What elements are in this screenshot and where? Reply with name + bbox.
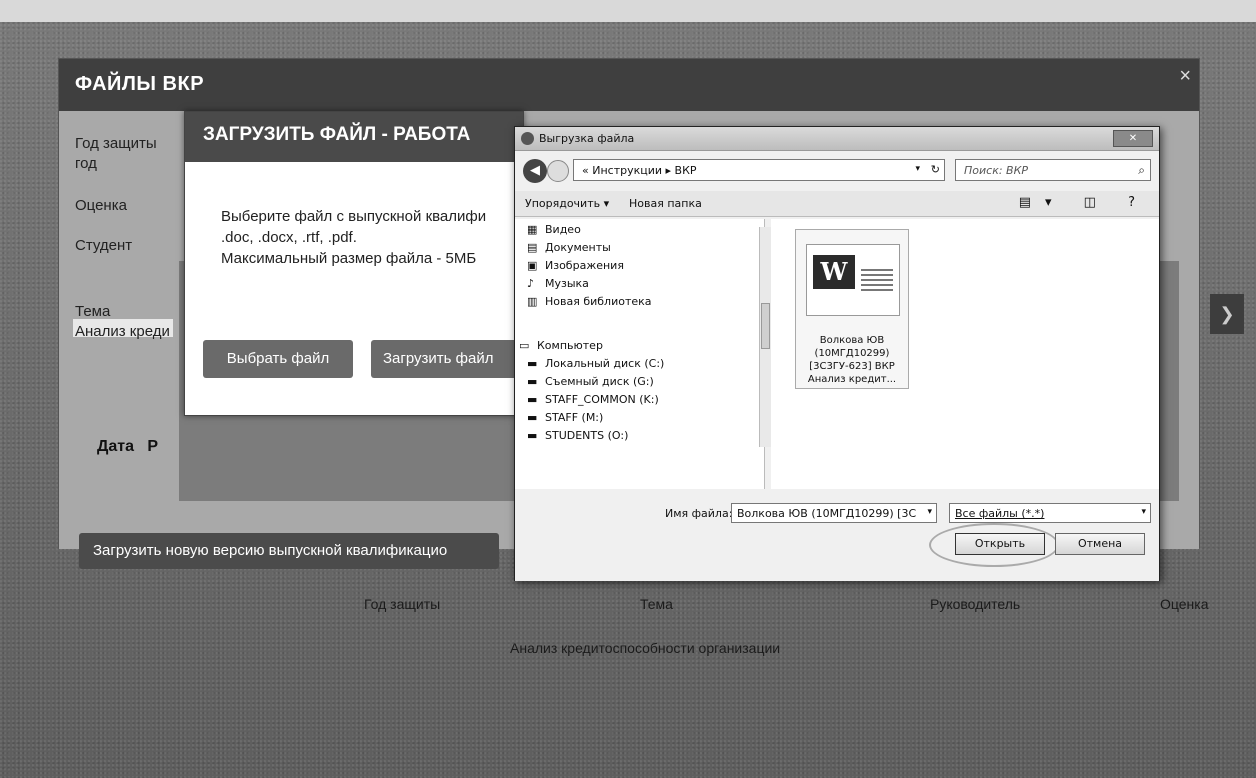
upload-file-modal: ЗАГРУЗИТЬ ФАЙЛ - РАБОТА Выберите файл с …: [184, 111, 531, 416]
search-input[interactable]: Поиск: ВКР ⌕: [955, 159, 1151, 181]
drive-icon: ▬: [527, 375, 538, 388]
choose-file-button[interactable]: Выбрать файл: [203, 340, 353, 378]
page-header: ФАЙЛЫ ВКР ×: [59, 59, 1199, 111]
dialog-toolbar: Упорядочить ▾ Новая папка ▤▾ ◫ ?: [515, 191, 1159, 217]
back-arrow-icon[interactable]: ◀: [523, 159, 547, 183]
computer-icon: ▭: [519, 339, 530, 352]
column-topic: Тема: [640, 596, 673, 612]
search-icon: ⌕: [1138, 163, 1145, 177]
instruction-line-1: Выберите файл с выпускной квалифи: [221, 208, 487, 225]
nav-item-images[interactable]: ▣ Изображения: [527, 259, 624, 272]
modal-header: ЗАГРУЗИТЬ ФАЙЛ - РАБОТА: [185, 112, 523, 162]
nav-item-new-library[interactable]: ▥ Новая библиотека: [527, 295, 652, 308]
address-bar[interactable]: « Инструкции ▸ ВКР ▾ ↻: [573, 159, 945, 181]
chevron-down-icon[interactable]: ▾: [915, 164, 920, 174]
nav-item-drive-g[interactable]: ▬ Съемный диск (G:): [527, 375, 654, 388]
navigation-row: ◀ « Инструкции ▸ ВКР ▾ ↻ Поиск: ВКР ⌕: [515, 153, 1159, 189]
close-button[interactable]: ✕: [1113, 130, 1153, 147]
view-options-icons[interactable]: ▤▾ ◫ ?: [1019, 195, 1149, 210]
forward-arrow-icon[interactable]: [547, 160, 569, 182]
drive-icon: ▬: [527, 357, 538, 370]
upload-new-version-button[interactable]: Загрузить новую версию выпускной квалифи…: [79, 533, 499, 569]
network-drive-icon: ▬: [527, 393, 538, 406]
filename-label: Имя файла:: [665, 507, 733, 520]
word-logo: W: [813, 255, 855, 289]
new-folder-button[interactable]: Новая папка: [629, 197, 702, 210]
column-date: Дата Р: [97, 438, 159, 455]
dialog-bottom: Имя файла: Волкова ЮВ (10МГД10299) [3С ▾…: [515, 489, 1159, 581]
open-button[interactable]: Открыть: [955, 533, 1045, 555]
file-open-dialog: Выгрузка файла ✕ ◀ « Инструкции ▸ ВКР ▾ …: [514, 126, 1160, 581]
nav-item-drive-o[interactable]: ▬ STUDENTS (O:): [527, 429, 628, 442]
nav-item-video[interactable]: ▦ Видео: [527, 223, 581, 236]
chevron-right-icon[interactable]: ❯: [1210, 294, 1244, 334]
nav-item-drive-m[interactable]: ▬ STAFF (M:): [527, 411, 603, 424]
chevron-down-icon[interactable]: ▾: [927, 507, 932, 517]
instruction-line-3: Максимальный размер файла - 5МБ: [221, 250, 477, 267]
word-document-icon: W: [806, 244, 900, 316]
nav-item-drive-k[interactable]: ▬ STAFF_COMMON (K:): [527, 393, 659, 406]
organize-menu[interactable]: Упорядочить ▾: [525, 197, 609, 210]
nav-item-computer[interactable]: ▭ Компьютер: [519, 339, 603, 352]
column-year: Год защиты: [364, 596, 441, 612]
topic-value: Анализ креди: [75, 323, 170, 340]
instruction-line-2: .doc, .docx, .rtf, .pdf.: [221, 229, 357, 246]
modal-title: ЗАГРУЗИТЬ ФАЙЛ - РАБОТА: [203, 124, 471, 145]
images-icon: ▣: [527, 259, 538, 272]
chevron-down-icon[interactable]: ▾: [1141, 507, 1146, 517]
navigation-pane: ▦ Видео ▤ Документы ▣ Изображения ♪ Музыка ▥…: [515, 219, 765, 489]
video-icon: ▦: [527, 223, 538, 236]
nav-item-music[interactable]: ♪ Музыка: [527, 277, 589, 290]
dialog-titlebar: Выгрузка файла ✕: [515, 127, 1159, 151]
page-title: ФАЙЛЫ ВКР: [75, 73, 205, 95]
browser-icon: [521, 132, 534, 145]
document-lines: [861, 269, 893, 291]
nav-scrollbar[interactable]: [759, 227, 771, 447]
network-drive-icon: ▬: [527, 411, 538, 424]
network-drive-icon: ▬: [527, 429, 538, 442]
top-strip: [0, 0, 1256, 22]
student-label: Студент: [75, 237, 133, 254]
filename-field[interactable]: Волкова ЮВ (10МГД10299) [3С ▾: [731, 503, 937, 523]
music-icon: ♪: [527, 277, 535, 290]
cancel-button[interactable]: Отмена: [1055, 533, 1145, 555]
file-type-select[interactable]: Все файлы (*.*) ▾: [949, 503, 1151, 523]
documents-icon: ▤: [527, 241, 538, 254]
row-topic: Анализ кредитоспособности организации: [510, 640, 781, 656]
refresh-icon[interactable]: ↻: [931, 163, 940, 176]
column-supervisor: Руководитель: [930, 596, 1021, 612]
file-name-label: Волкова ЮВ (10МГД10299) [3С3ГУ-623] ВКР …: [807, 335, 897, 385]
close-icon[interactable]: ×: [1179, 65, 1191, 88]
column-grade: Оценка: [1160, 596, 1209, 612]
topic-label: Тема: [75, 303, 111, 320]
dialog-title: Выгрузка файла: [539, 132, 635, 145]
search-placeholder: Поиск: ВКР: [964, 164, 1029, 177]
file-item[interactable]: W Волкова ЮВ (10МГД10299) [3С3ГУ-623] ВК…: [795, 229, 909, 389]
files-pane: W Волкова ЮВ (10МГД10299) [3С3ГУ-623] ВК…: [771, 219, 1159, 489]
upload-file-button[interactable]: Загрузить файл: [371, 340, 531, 378]
library-icon: ▥: [527, 295, 538, 308]
address-path: « Инструкции ▸ ВКР: [582, 164, 697, 177]
year-label: Год защиты: [75, 135, 157, 152]
nav-item-documents[interactable]: ▤ Документы: [527, 241, 611, 254]
nav-item-drive-c[interactable]: ▬ Локальный диск (C:): [527, 357, 664, 370]
year-value: год: [75, 155, 97, 172]
grade-label: Оценка: [75, 197, 127, 214]
scrollbar-thumb[interactable]: [761, 303, 770, 349]
